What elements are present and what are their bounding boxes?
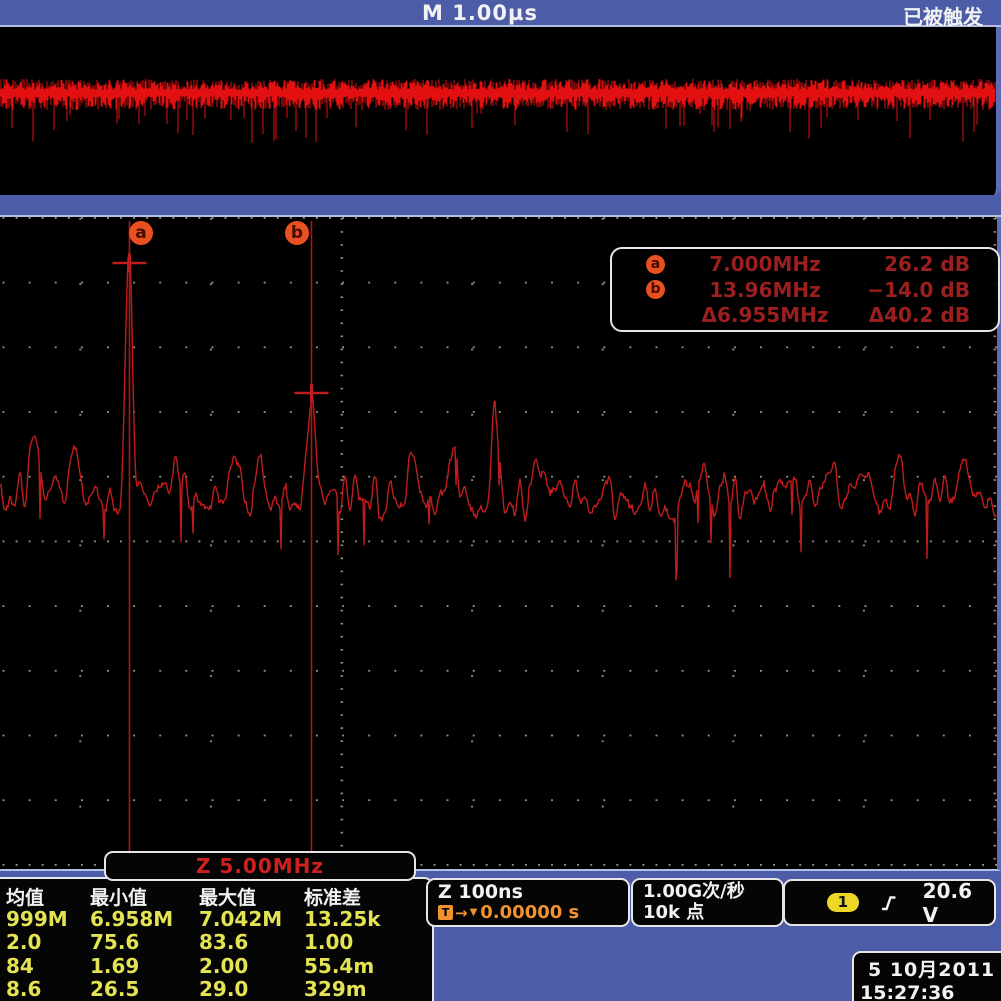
rising-edge-icon <box>881 894 897 912</box>
zoom-timebase-readout: Z 100ns <box>438 881 628 903</box>
meas-cell: 999M <box>6 907 90 931</box>
meas-header-mean: 均值 <box>6 883 90 907</box>
cursor-b-icon: b <box>646 280 665 299</box>
main-timebase-readout: M 1.00µs <box>0 1 960 25</box>
oscilloscope-screen: M 1.00µs 已被触发 a b a 7.000MHz 26.2 dB b 1… <box>0 0 1001 1001</box>
record-length-readout: 10k 点 <box>643 902 782 923</box>
meas-cell: 7.042M <box>199 907 304 931</box>
date-readout: 5 10月2011 <box>854 953 1001 982</box>
meas-cell: 84 <box>6 954 90 978</box>
cursor-a-icon: a <box>646 255 665 274</box>
trigger-level-readout: 20.6 V <box>923 879 994 927</box>
meas-cell: 26.5 <box>90 977 199 1001</box>
measurement-table: 均值 最小值 最大值 标准差 999M 6.958M 7.042M 13.25k… <box>0 877 434 1001</box>
time-domain-trace <box>0 27 996 195</box>
time-readout: 15:27:36 <box>854 982 1001 1001</box>
trigger-t-icon: T <box>438 905 453 920</box>
meas-cell: 8.6 <box>6 977 90 1001</box>
cursor-a-frequency: 7.000MHz <box>682 252 848 276</box>
meas-cell: 29.0 <box>199 977 304 1001</box>
cursor-b-badge: b <box>285 221 309 245</box>
cursor-readout-box: a 7.000MHz 26.2 dB b 13.96MHz −14.0 dB Δ… <box>610 247 1000 332</box>
meas-cell: 1.69 <box>90 954 199 978</box>
window-separator-band <box>0 195 1001 217</box>
meas-header-stddev: 标准差 <box>304 883 414 907</box>
channel-1-badge: 1 <box>827 893 859 912</box>
cursor-a-badge: a <box>129 221 153 245</box>
triangle-down-icon: ▼ <box>470 907 478 918</box>
fft-scale-readout: Z 5.00MHz <box>104 851 416 881</box>
top-status-bar: M 1.00µs 已被触发 <box>0 0 1001 27</box>
acquisition-box: 1.00G次/秒 10k 点 <box>631 878 784 927</box>
sample-rate-readout: 1.00G次/秒 <box>643 881 782 902</box>
trigger-position-readout: 0.00000 s <box>480 902 579 923</box>
meas-cell: 2.00 <box>199 954 304 978</box>
meas-cell: 83.6 <box>199 930 304 954</box>
cursor-a-row: a 7.000MHz 26.2 dB <box>612 252 998 276</box>
time-domain-window <box>0 27 1001 195</box>
cursor-b-row: b 13.96MHz −14.0 dB <box>612 278 998 302</box>
meas-cell: 6.958M <box>90 907 199 931</box>
cursor-delta-row: Δ6.955MHz Δ40.2 dB <box>612 303 998 327</box>
cursor-b-frequency: 13.96MHz <box>682 278 848 302</box>
trigger-status-text: 已被触发 <box>903 1 983 30</box>
meas-cell: 75.6 <box>90 930 199 954</box>
datetime-box: 5 10月2011 15:27:36 <box>852 951 1001 1001</box>
meas-header-min: 最小值 <box>90 883 199 907</box>
cursor-delta-frequency: Δ6.955MHz <box>682 303 848 327</box>
arrow-right-icon: → <box>455 904 468 922</box>
cursor-b-level: −14.0 dB <box>848 278 998 302</box>
meas-cell: 2.0 <box>6 930 90 954</box>
cursor-a-level: 26.2 dB <box>848 252 998 276</box>
meas-cell: 55.4m <box>304 954 414 978</box>
zoom-timebase-box: Z 100ns T → ▼ 0.00000 s <box>426 878 630 927</box>
meas-cell: 329m <box>304 977 414 1001</box>
meas-header-max: 最大值 <box>199 883 304 907</box>
meas-cell: 1.00 <box>304 930 414 954</box>
meas-cell: 13.25k <box>304 907 414 931</box>
cursor-delta-level: Δ40.2 dB <box>848 303 998 327</box>
trigger-source-box: 1 20.6 V <box>783 879 996 926</box>
